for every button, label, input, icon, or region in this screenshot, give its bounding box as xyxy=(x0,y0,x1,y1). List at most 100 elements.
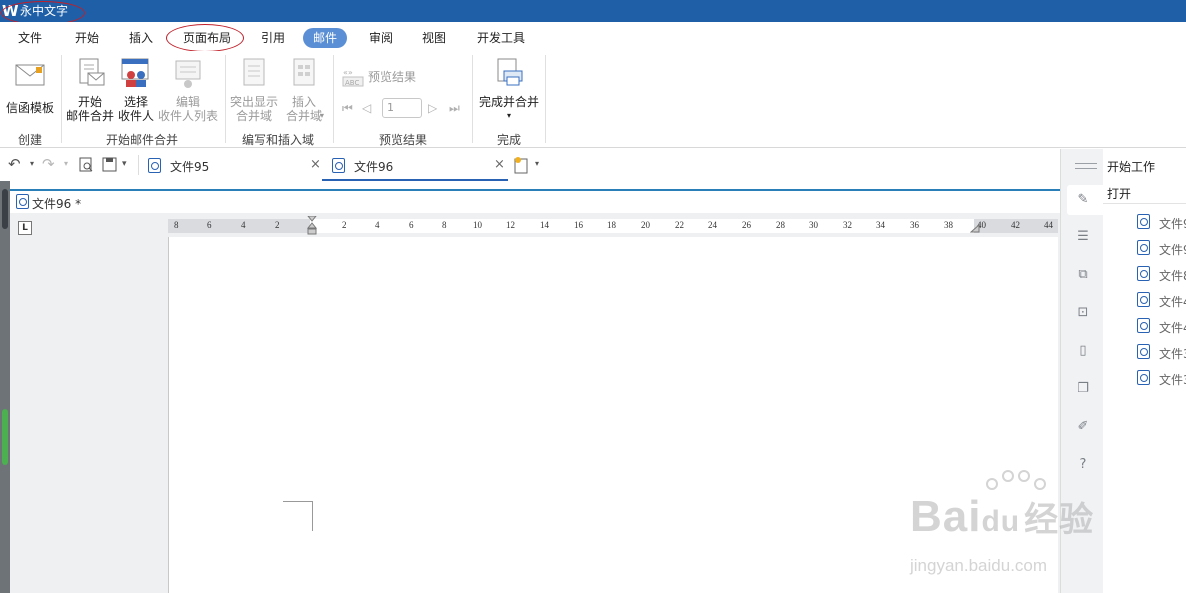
redo-dropdown-icon[interactable]: ▾ xyxy=(64,159,68,168)
lock-icon[interactable]: ⊡ xyxy=(1076,306,1090,320)
new-document-dropdown-icon[interactable]: ▾ xyxy=(535,159,539,168)
structure-icon[interactable]: ⧉ xyxy=(1076,268,1090,282)
document-icon xyxy=(1137,344,1150,359)
divider xyxy=(1103,203,1186,204)
ruler-margin-left xyxy=(168,219,310,233)
menu-view[interactable]: 视图 xyxy=(422,28,446,48)
record-number-input[interactable]: 1 xyxy=(382,98,422,118)
group-label-preview: 预览结果 xyxy=(378,133,427,147)
tab-stop-selector[interactable]: L xyxy=(18,221,32,235)
group-label-write-insert: 编写和插入域 xyxy=(241,133,314,147)
copy-icon[interactable]: ❐ xyxy=(1076,382,1090,396)
select-recipients-button[interactable]: 选择 收件人 xyxy=(114,57,158,129)
edit-icon[interactable]: ✐ xyxy=(1076,420,1090,434)
edit-list-icon xyxy=(175,60,201,88)
edit-recipient-list-button[interactable]: 编辑 收件人列表 xyxy=(156,57,220,129)
abc-preview-icon: «» ABC xyxy=(342,68,364,87)
finish-merge-icon xyxy=(497,58,523,86)
paw-icon xyxy=(1034,478,1046,490)
highlight-merge-fields-button[interactable]: 突出显示 合并域 xyxy=(228,57,280,129)
dropdown-arrow-icon: ▾ xyxy=(320,111,325,120)
menu-insert[interactable]: 插入 xyxy=(129,28,153,48)
menu-home[interactable]: 开始 xyxy=(75,28,99,48)
document-icon xyxy=(1137,292,1150,307)
close-tab-icon[interactable]: × xyxy=(310,157,321,172)
dropdown-arrow-icon: ▾ xyxy=(506,111,511,120)
undo-icon[interactable]: ↶ xyxy=(8,155,21,173)
open-heading[interactable]: 打开 xyxy=(1107,185,1131,202)
group-label-start-merge: 开始邮件合并 xyxy=(105,133,178,147)
group-separator xyxy=(225,55,226,143)
document-icon xyxy=(1137,266,1150,281)
toolbar-separator xyxy=(138,155,139,175)
svg-text:«»: «» xyxy=(343,68,353,77)
document-header: 文件96 * xyxy=(10,189,1060,213)
tab-bar: ↶ ▾ ↷ ▾ ▾ 文件95 × 文件96 × ▾ xyxy=(0,149,1060,181)
menu-review[interactable]: 审阅 xyxy=(369,28,393,48)
indent-marker-icon[interactable] xyxy=(307,216,317,236)
paw-icon xyxy=(1002,470,1014,482)
save-icon[interactable] xyxy=(102,157,118,173)
preview-results-button[interactable]: «» ABC 预览结果 xyxy=(340,67,420,87)
menu-file[interactable]: 文件 xyxy=(18,28,42,48)
title-bar: W 永中文字 xyxy=(0,0,1186,22)
start-mail-merge-button[interactable]: 开始 邮件合并 xyxy=(64,57,116,129)
pen-icon[interactable]: ✎ xyxy=(1076,193,1090,207)
next-record-icon[interactable]: ▷ xyxy=(428,101,442,115)
margin-corner-mark xyxy=(283,501,313,531)
tab-file95[interactable]: 文件95 × xyxy=(140,149,322,181)
menu-mailings[interactable]: 邮件 xyxy=(303,28,348,48)
letter-template-button[interactable]: 信函模板 xyxy=(4,57,56,117)
gutter-scroll-handle[interactable] xyxy=(2,409,8,465)
document-icon xyxy=(1137,240,1150,255)
group-separator xyxy=(333,55,334,143)
group-label-finish: 完成 xyxy=(496,133,521,147)
document-icon xyxy=(1137,318,1150,333)
document-icon xyxy=(1137,214,1150,229)
document-icon xyxy=(148,158,161,173)
watermark-brand: Baidu 经验 xyxy=(910,492,1095,541)
ribbon: 信函模板 开始 邮件合并 选择 收件人 编辑 收件人列表 突出显示 合并域 插入… xyxy=(0,51,1186,148)
baidu-watermark: Baidu 经验 jingyan.baidu.com xyxy=(910,470,1130,580)
tab-file96[interactable]: 文件96 × xyxy=(322,149,508,181)
menu-references[interactable]: 引用 xyxy=(261,28,285,48)
menu-developer[interactable]: 开发工具 xyxy=(477,28,525,48)
annotation-circle xyxy=(166,24,244,52)
watermark-url: jingyan.baidu.com xyxy=(910,556,1048,575)
close-tab-icon[interactable]: × xyxy=(494,157,505,172)
new-document-icon[interactable] xyxy=(512,156,530,174)
previous-record-icon[interactable]: ◁ xyxy=(362,101,376,115)
settings-sliders-icon[interactable]: ☰ xyxy=(1076,230,1090,244)
insert-merge-field-button[interactable]: 插入 合并域 ▾ xyxy=(280,57,328,129)
undo-dropdown-icon[interactable]: ▾ xyxy=(30,159,34,168)
group-separator xyxy=(545,55,546,143)
left-scroll-gutter xyxy=(0,181,10,593)
merge-doc-icon xyxy=(79,58,105,86)
paw-icon xyxy=(986,478,998,490)
insert-field-icon xyxy=(293,58,315,86)
gutter-handle[interactable] xyxy=(2,189,8,229)
document-icon xyxy=(332,158,345,173)
clipboard-icon[interactable]: ▯ xyxy=(1076,344,1090,358)
svg-text:ABC: ABC xyxy=(345,79,359,87)
envelope-icon xyxy=(15,64,45,86)
redo-icon[interactable]: ↷ xyxy=(42,155,55,173)
paw-icon xyxy=(1018,470,1030,482)
start-work-heading: 开始工作 xyxy=(1107,160,1156,174)
recipients-icon xyxy=(121,58,149,87)
highlight-doc-icon xyxy=(243,58,265,86)
horizontal-ruler[interactable]: 8 6 4 2 2 4 6 8 10 12 14 16 18 20 22 24 … xyxy=(168,216,1058,236)
customize-toolbar-icon[interactable]: ▾ xyxy=(122,159,127,169)
finish-and-merge-button[interactable]: 完成并合并 ▾ xyxy=(476,57,542,129)
right-indent-marker-icon[interactable] xyxy=(970,222,980,233)
document-icon xyxy=(16,194,29,209)
group-label-create: 创建 xyxy=(17,133,42,147)
print-preview-icon[interactable] xyxy=(78,157,94,173)
group-separator xyxy=(472,55,473,143)
menu-lines-icon xyxy=(1075,168,1097,169)
document-title: 文件96 * xyxy=(32,197,82,211)
document-icon xyxy=(1137,370,1150,385)
last-record-icon[interactable]: ⏭ xyxy=(449,101,463,115)
first-record-icon[interactable]: ⏮ xyxy=(342,101,356,115)
menu-lines-icon[interactable] xyxy=(1075,163,1097,164)
